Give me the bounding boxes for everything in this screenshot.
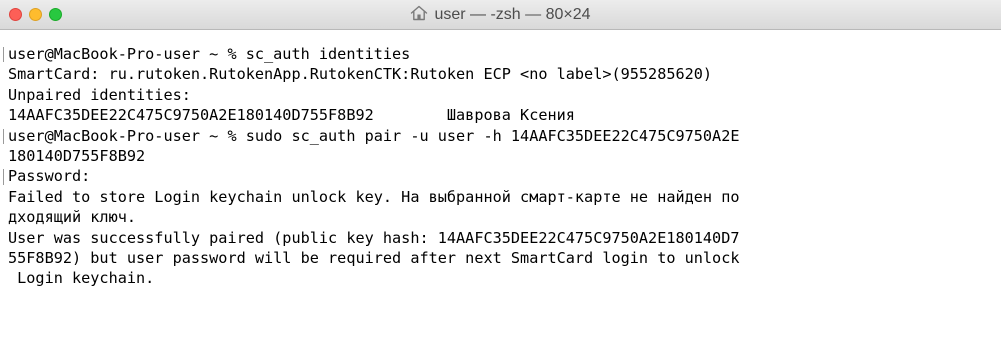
- terminal-line-prompt: user@MacBook-Pro-user ~ % sudo sc_auth p…: [2, 126, 1001, 146]
- terminal-output[interactable]: user@MacBook-Pro-user ~ % sc_auth identi…: [0, 30, 1001, 339]
- terminal-line: Login keychain.: [8, 269, 155, 288]
- terminal-line: SmartCard: ru.rutoken.RutokenApp.Rutoken…: [8, 65, 713, 84]
- terminal-line: дходящий ключ.: [8, 208, 137, 227]
- terminal-line: 180140D755F8B92: [8, 146, 146, 165]
- terminal-line: Failed to store Login keychain unlock ke…: [8, 187, 740, 206]
- terminal-line-prompt: user@MacBook-Pro-user ~ % sc_auth identi…: [2, 44, 1001, 64]
- terminal-line: 14AAFC35DEE22C475C9750A2E180140D755F8B92…: [8, 106, 575, 125]
- terminal-window: user — -zsh — 80×24 user@MacBook-Pro-use…: [0, 0, 1001, 339]
- title-bar[interactable]: user — -zsh — 80×24: [0, 0, 1001, 30]
- window-title-container: user — -zsh — 80×24: [0, 0, 1001, 30]
- terminal-line-password: Password:: [2, 166, 1001, 186]
- terminal-line: 55F8B92) but user password will be requi…: [8, 248, 740, 267]
- window-title: user — -zsh — 80×24: [434, 6, 591, 23]
- terminal-line: User was successfully paired (public key…: [8, 228, 740, 247]
- home-icon: [411, 5, 428, 21]
- terminal-line: Unpaired identities:: [8, 85, 191, 104]
